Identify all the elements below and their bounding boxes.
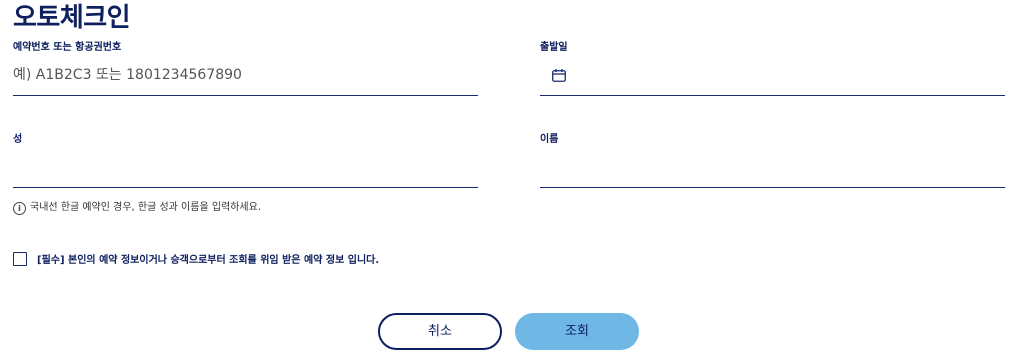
consent-checkbox[interactable]: [13, 251, 27, 266]
auto-checkin-page: 오토체크인 예약번호 또는 항공권번호 출발일 성 이름: [0, 0, 1024, 353]
first-name-input-wrapper: [540, 147, 1005, 188]
reservation-number-input[interactable]: [13, 60, 478, 90]
reservation-number-input-wrapper: [13, 55, 478, 96]
info-icon: i: [13, 201, 26, 215]
korean-name-notice: i 국내선 한글 예약인 경우, 한글 성과 이름을 입력하세요.: [13, 201, 261, 215]
consent-label: [필수] 본인의 예약 정보이거나 승객으로부터 조회를 위임 받은 예약 정보…: [37, 255, 380, 266]
reservation-number-label: 예약번호 또는 항공권번호: [13, 42, 122, 53]
reservation-number-field: 예약번호 또는 항공권번호: [13, 41, 478, 96]
departure-date-input-wrapper[interactable]: [540, 55, 1005, 96]
departure-date-field: 출발일: [540, 41, 1005, 96]
page-title: 오토체크인: [13, 3, 131, 33]
last-name-input[interactable]: [13, 152, 478, 182]
consent-checkbox-row[interactable]: [필수] 본인의 예약 정보이거나 승객으로부터 조회를 위임 받은 예약 정보…: [13, 251, 379, 266]
calendar-icon[interactable]: [552, 69, 566, 82]
departure-date-label: 출발일: [540, 42, 568, 53]
last-name-label: 성: [13, 134, 23, 145]
cancel-button[interactable]: 취소: [378, 313, 502, 350]
departure-date-input[interactable]: [540, 60, 1005, 90]
search-button[interactable]: 조회: [515, 313, 639, 350]
first-name-field: 이름: [540, 133, 1005, 188]
first-name-input[interactable]: [540, 152, 1005, 182]
last-name-field: 성: [13, 133, 478, 188]
first-name-label: 이름: [540, 134, 559, 145]
last-name-input-wrapper: [13, 147, 478, 188]
notice-text: 국내선 한글 예약인 경우, 한글 성과 이름을 입력하세요.: [30, 202, 262, 213]
